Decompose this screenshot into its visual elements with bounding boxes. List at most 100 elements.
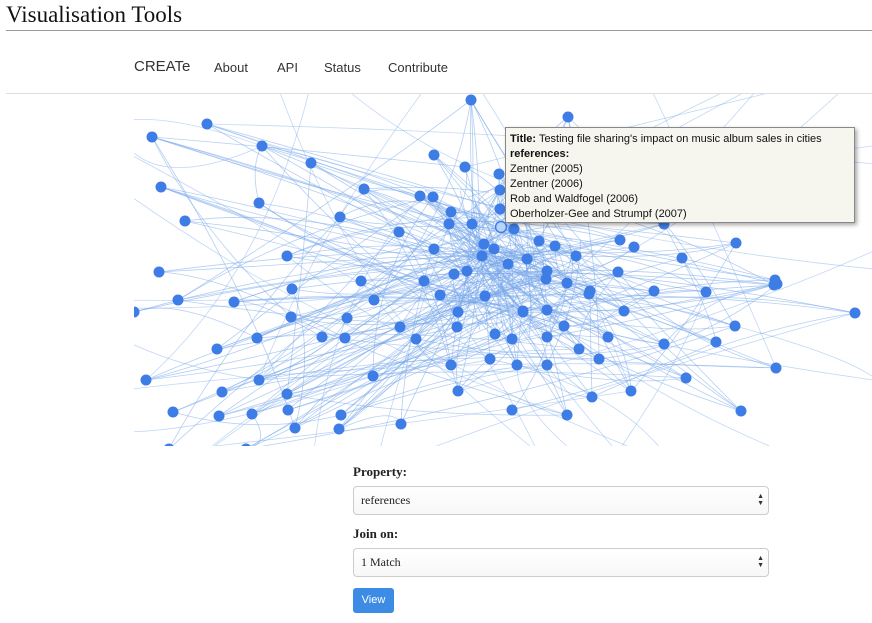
graph-node[interactable] — [573, 343, 585, 355]
graph-node[interactable] — [410, 333, 422, 345]
graph-node[interactable] — [735, 405, 747, 417]
graph-node[interactable] — [213, 410, 225, 422]
graph-node[interactable] — [179, 215, 191, 227]
graph-node[interactable] — [561, 409, 573, 421]
graph-node[interactable] — [459, 161, 471, 173]
graph-node[interactable] — [506, 404, 518, 416]
graph-node[interactable] — [448, 268, 460, 280]
graph-node[interactable] — [341, 312, 353, 324]
graph-node[interactable] — [451, 321, 463, 333]
graph-node[interactable] — [476, 250, 488, 262]
graph-node[interactable] — [561, 277, 573, 289]
graph-node[interactable] — [493, 168, 505, 180]
nav-link-status[interactable]: Status — [324, 60, 361, 75]
graph-node[interactable] — [445, 359, 457, 371]
graph-node[interactable] — [602, 331, 614, 343]
graph-node[interactable] — [286, 283, 298, 295]
graph-node[interactable] — [517, 306, 529, 318]
graph-node[interactable] — [281, 388, 293, 400]
graph-node[interactable] — [445, 206, 457, 218]
graph-node[interactable] — [502, 258, 514, 270]
graph-node[interactable] — [465, 94, 477, 106]
graph-node[interactable] — [494, 184, 506, 196]
graph-node[interactable] — [335, 409, 347, 421]
graph-node[interactable] — [625, 385, 637, 397]
graph-node[interactable] — [521, 253, 533, 265]
graph-node[interactable] — [506, 333, 518, 345]
graph-node[interactable] — [710, 336, 722, 348]
graph-node[interactable] — [164, 443, 175, 447]
graph-node[interactable] — [478, 238, 490, 250]
graph-node[interactable] — [540, 273, 552, 285]
graph-node[interactable] — [533, 235, 545, 247]
graph-node[interactable] — [355, 275, 367, 287]
graph-node[interactable] — [612, 266, 624, 278]
graph-node[interactable] — [428, 243, 440, 255]
graph-node[interactable] — [434, 289, 446, 301]
selected-graph-node[interactable] — [494, 220, 508, 234]
graph-node[interactable] — [558, 320, 570, 332]
graph-node[interactable] — [541, 359, 553, 371]
nav-link-api[interactable]: API — [277, 60, 298, 75]
graph-node[interactable] — [305, 157, 317, 169]
graph-node[interactable] — [316, 331, 328, 343]
graph-node[interactable] — [395, 418, 407, 430]
graph-node[interactable] — [241, 443, 252, 447]
graph-node[interactable] — [570, 250, 582, 262]
graph-node[interactable] — [368, 294, 380, 306]
graph-node[interactable] — [216, 386, 228, 398]
graph-node[interactable] — [768, 279, 780, 291]
graph-node[interactable] — [251, 332, 263, 344]
graph-node[interactable] — [285, 311, 297, 323]
graph-node[interactable] — [586, 391, 598, 403]
graph-node[interactable] — [334, 211, 346, 223]
graph-node[interactable] — [256, 140, 268, 152]
graph-node[interactable] — [658, 338, 670, 350]
graph-node[interactable] — [494, 203, 506, 215]
graph-node[interactable] — [488, 243, 500, 255]
graph-node[interactable] — [479, 290, 491, 302]
view-button[interactable]: View — [353, 588, 394, 613]
graph-node[interactable] — [489, 328, 501, 340]
graph-node[interactable] — [140, 374, 152, 386]
graph-node[interactable] — [484, 353, 496, 365]
graph-node[interactable] — [211, 343, 223, 355]
graph-node[interactable] — [614, 234, 626, 246]
graph-node[interactable] — [253, 374, 265, 386]
graph-node[interactable] — [511, 359, 523, 371]
graph-node[interactable] — [281, 250, 293, 262]
graph-node[interactable] — [628, 241, 640, 253]
graph-node[interactable] — [153, 266, 165, 278]
graph-node[interactable] — [339, 332, 351, 344]
graph-node[interactable] — [172, 294, 184, 306]
graph-node[interactable] — [228, 296, 240, 308]
graph-node[interactable] — [700, 286, 712, 298]
graph-node[interactable] — [253, 197, 265, 209]
graph-node[interactable] — [648, 285, 660, 297]
graph-node[interactable] — [593, 353, 605, 365]
graph-node[interactable] — [428, 149, 440, 161]
graph-node[interactable] — [201, 118, 213, 130]
graph-node[interactable] — [461, 265, 473, 277]
graph-node[interactable] — [680, 372, 692, 384]
graph-node[interactable] — [443, 218, 455, 230]
property-select[interactable]: references ▲ ▼ — [353, 486, 769, 515]
graph-node[interactable] — [730, 237, 742, 249]
graph-node[interactable] — [541, 331, 553, 343]
graph-node[interactable] — [618, 305, 630, 317]
graph-node[interactable] — [167, 406, 179, 418]
graph-node[interactable] — [466, 218, 478, 230]
graph-node[interactable] — [584, 285, 596, 297]
graph-node[interactable] — [541, 304, 553, 316]
graph-node[interactable] — [849, 307, 861, 319]
graph-node[interactable] — [418, 275, 430, 287]
graph-node[interactable] — [427, 191, 439, 203]
graph-node[interactable] — [452, 306, 464, 318]
graph-node[interactable] — [414, 190, 426, 202]
graph-node[interactable] — [549, 240, 561, 252]
graph-node[interactable] — [358, 183, 370, 195]
graph-node[interactable] — [770, 362, 782, 374]
graph-node[interactable] — [508, 223, 520, 235]
nav-link-contribute[interactable]: Contribute — [388, 60, 448, 75]
graph-node[interactable] — [246, 408, 258, 420]
